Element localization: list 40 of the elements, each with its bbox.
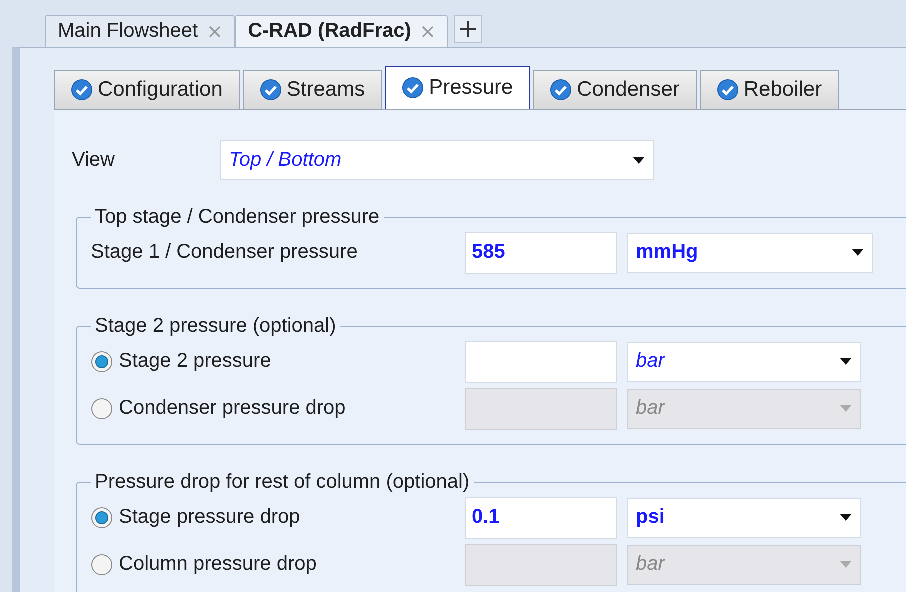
add-tab-button[interactable] [454, 15, 482, 43]
group-title: Pressure drop for rest of column (optional) [94, 471, 471, 494]
field-label: Stage 1 / Condenser pressure [91, 241, 358, 264]
radio-label: Column pressure drop [119, 553, 317, 576]
unit-dropdown[interactable]: psi [627, 498, 861, 538]
document-tab[interactable]: C-RAD (RadFrac) [235, 15, 448, 47]
caret-icon [633, 156, 645, 164]
group-title: Top stage / Condenser pressure [94, 206, 381, 229]
input-field[interactable]: 0.1 [465, 496, 617, 538]
check-circle-icon [71, 79, 93, 101]
radio-button[interactable] [91, 350, 113, 372]
close-icon[interactable] [421, 24, 436, 38]
form-tab[interactable]: Condenser [533, 70, 697, 109]
caret-icon [840, 514, 852, 521]
view-dropdown[interactable]: Top / Bottom [220, 140, 654, 180]
caret-icon [840, 358, 852, 365]
form-tab[interactable]: Reboiler [700, 70, 840, 109]
form-tab[interactable]: Streams [242, 70, 382, 109]
caret-icon [840, 561, 852, 568]
form-tab[interactable]: Pressure [385, 66, 530, 109]
radio-label: Stage pressure drop [119, 506, 300, 529]
check-circle-icon [402, 77, 424, 99]
radio-label: Condenser pressure drop [119, 397, 346, 420]
document-tab[interactable]: Main Flowsheet [45, 15, 236, 47]
unit-dropdown[interactable]: mmHg [627, 232, 873, 272]
check-circle-icon [260, 79, 282, 101]
form-tab[interactable]: Configuration [54, 70, 240, 109]
check-circle-icon [716, 79, 739, 101]
group-title: Stage 2 pressure (optional) [94, 315, 338, 338]
caret-icon [840, 405, 852, 412]
view-label: View [72, 148, 116, 172]
radio-button[interactable] [91, 506, 113, 528]
unit-dropdown[interactable]: bar [627, 342, 861, 382]
input-field[interactable]: 585 [465, 232, 617, 274]
close-icon[interactable] [208, 24, 222, 38]
check-circle-icon [550, 79, 572, 101]
caret-icon [852, 249, 864, 256]
input-field[interactable] [465, 340, 617, 382]
plus-icon [459, 20, 478, 38]
radio-label: Stage 2 pressure [119, 350, 272, 373]
